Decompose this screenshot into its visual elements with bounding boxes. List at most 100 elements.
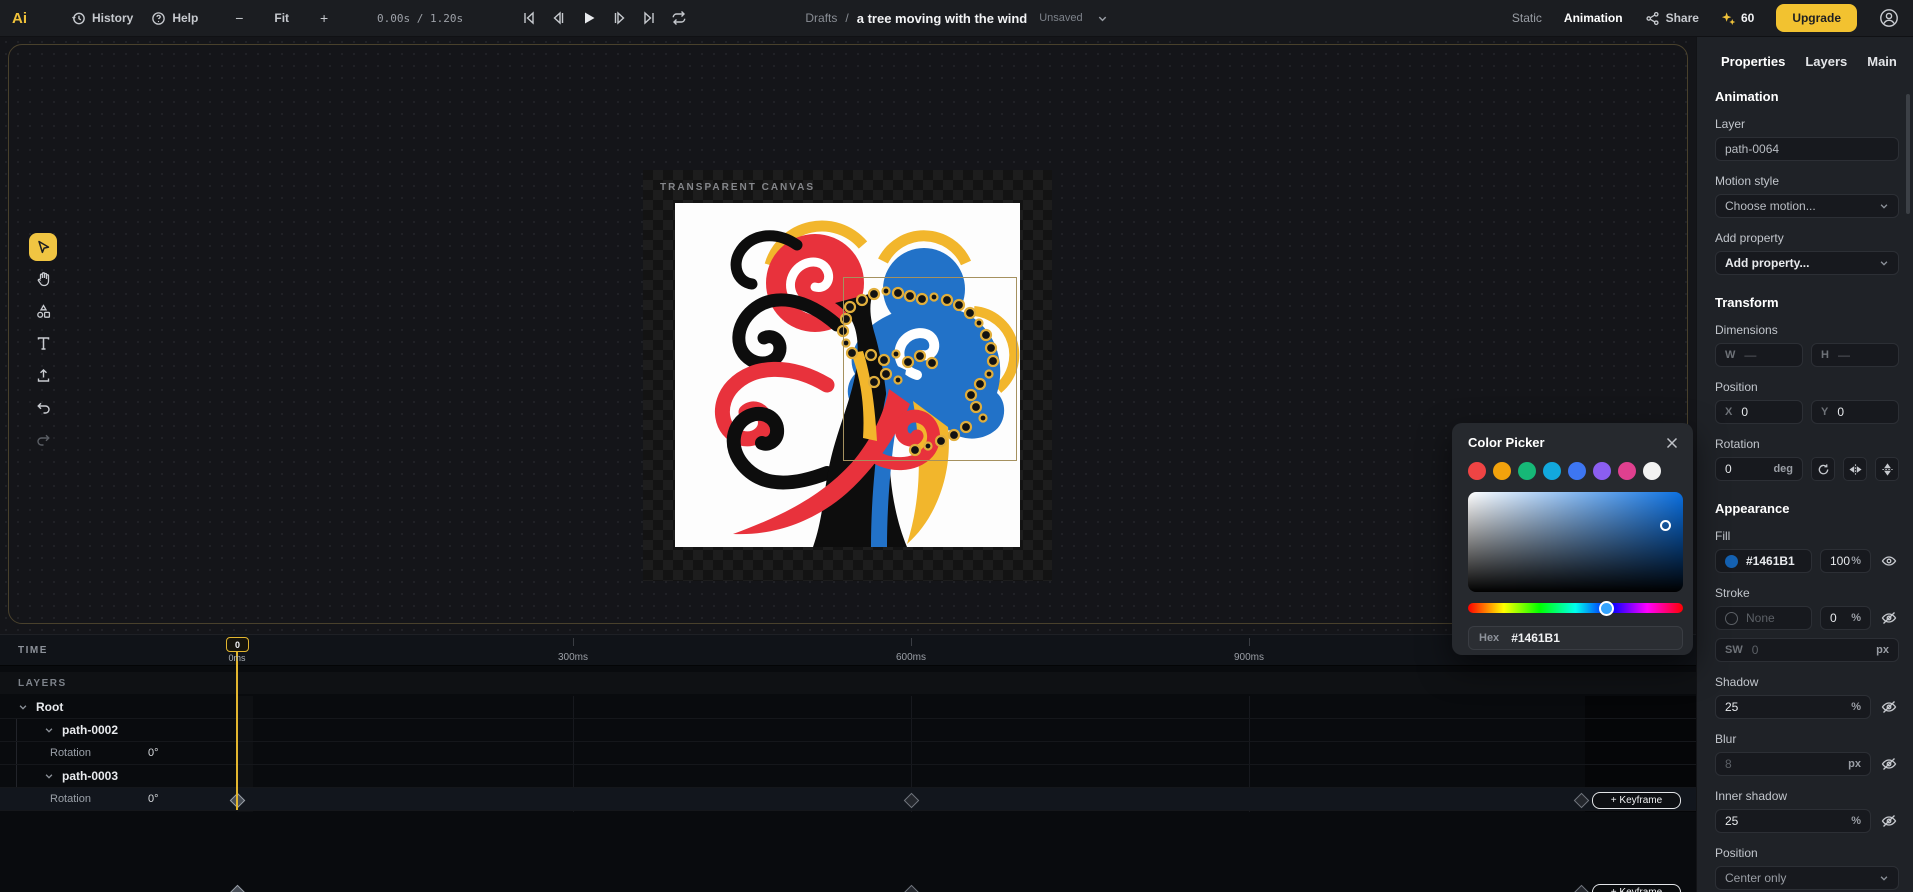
timeline-ruler[interactable]: TIME 300ms 600ms 900ms bbox=[0, 634, 1696, 666]
rotate-button[interactable] bbox=[1811, 457, 1835, 481]
hue-slider-handle[interactable] bbox=[1599, 600, 1614, 616]
step-forward-button[interactable] bbox=[611, 10, 627, 26]
project-title[interactable]: a tree moving with the wind bbox=[857, 11, 1027, 26]
playhead-badge[interactable]: 0 bbox=[226, 637, 249, 652]
share-button[interactable]: Share bbox=[1645, 11, 1699, 26]
title-chevron-down-icon[interactable] bbox=[1097, 13, 1108, 24]
layer-row-path-0003[interactable]: path-0003 bbox=[0, 765, 1696, 788]
avatar-icon[interactable] bbox=[1879, 8, 1899, 28]
stroke-visibility-toggle[interactable] bbox=[1879, 610, 1899, 626]
hand-tool-button[interactable] bbox=[29, 265, 57, 293]
blur-input[interactable]: 8 px bbox=[1715, 752, 1871, 776]
app-logo-icon[interactable]: Ai bbox=[12, 10, 27, 27]
shapes-tool-button[interactable] bbox=[29, 297, 57, 325]
chevron-down-icon[interactable] bbox=[44, 725, 54, 735]
zoom-in-button[interactable]: + bbox=[315, 10, 333, 26]
tab-properties[interactable]: Properties bbox=[1721, 54, 1785, 69]
credits-counter[interactable]: 60 bbox=[1721, 11, 1754, 26]
panel-scrollbar[interactable] bbox=[1906, 94, 1910, 214]
tab-layers[interactable]: Layers bbox=[1805, 54, 1847, 69]
dimensions-label: Dimensions bbox=[1715, 323, 1778, 337]
property-row-rotation-2[interactable]: Rotation 0° + Keyframe bbox=[0, 788, 1696, 892]
stroke-color-input[interactable]: None bbox=[1715, 606, 1812, 630]
help-button[interactable]: Help bbox=[151, 11, 198, 26]
height-input[interactable]: H — bbox=[1811, 343, 1899, 367]
step-back-button[interactable] bbox=[551, 10, 567, 26]
saturation-value-field[interactable] bbox=[1468, 492, 1683, 592]
add-keyframe-button[interactable]: + Keyframe bbox=[1592, 884, 1681, 892]
skip-start-button[interactable] bbox=[521, 10, 537, 26]
property-value[interactable]: 0° bbox=[148, 747, 159, 759]
color-swatch[interactable] bbox=[1593, 462, 1611, 480]
motion-style-select[interactable]: Choose motion... bbox=[1715, 194, 1899, 218]
x-position-input[interactable]: X0 bbox=[1715, 400, 1803, 424]
layer-name-input[interactable]: path-0064 bbox=[1715, 137, 1899, 161]
chevron-down-icon[interactable] bbox=[18, 702, 28, 712]
keyframe-diamond[interactable] bbox=[903, 884, 920, 892]
color-swatch[interactable] bbox=[1543, 462, 1561, 480]
shadow-position-select[interactable]: Center only bbox=[1715, 866, 1899, 890]
select-tool-button[interactable] bbox=[29, 233, 57, 261]
play-button[interactable] bbox=[581, 10, 597, 26]
blur-visibility-toggle[interactable] bbox=[1879, 756, 1899, 772]
fill-opacity-input[interactable]: 100% bbox=[1820, 549, 1871, 573]
layer-row-path-0002[interactable]: path-0002 bbox=[0, 719, 1696, 742]
color-swatch[interactable] bbox=[1568, 462, 1586, 480]
eye-off-icon bbox=[1881, 701, 1897, 713]
tab-main[interactable]: Main bbox=[1867, 54, 1897, 69]
mode-static-button[interactable]: Static bbox=[1512, 11, 1542, 25]
loop-button[interactable] bbox=[671, 10, 687, 26]
color-swatch[interactable] bbox=[1518, 462, 1536, 480]
playhead-line[interactable] bbox=[236, 650, 238, 810]
inner-shadow-input[interactable]: 25% bbox=[1715, 809, 1871, 833]
layer-name[interactable]: Root bbox=[36, 700, 63, 714]
stroke-opacity-input[interactable]: 0% bbox=[1820, 606, 1871, 630]
shadow-opacity-input[interactable]: 25% bbox=[1715, 695, 1871, 719]
layer-name[interactable]: path-0002 bbox=[62, 723, 118, 737]
color-swatch[interactable] bbox=[1643, 462, 1661, 480]
y-position-input[interactable]: Y0 bbox=[1811, 400, 1899, 424]
property-row-rotation-1[interactable]: Rotation 0° + Keyframe bbox=[0, 742, 1696, 809]
layer-row-root[interactable]: Root bbox=[0, 696, 1696, 719]
history-button[interactable]: History bbox=[71, 11, 133, 26]
hue-slider[interactable] bbox=[1468, 600, 1683, 616]
keyframe-diamond[interactable] bbox=[1573, 884, 1590, 892]
color-swatch[interactable] bbox=[1468, 462, 1486, 480]
chevron-down-icon[interactable] bbox=[44, 771, 54, 781]
color-selector-handle[interactable] bbox=[1660, 520, 1671, 531]
property-value[interactable]: 0° bbox=[148, 793, 159, 805]
eye-off-icon bbox=[1881, 612, 1897, 624]
upgrade-button[interactable]: Upgrade bbox=[1776, 4, 1857, 32]
fill-visibility-toggle[interactable] bbox=[1879, 553, 1899, 569]
fill-color-swatch[interactable] bbox=[1725, 554, 1738, 568]
zoom-out-button[interactable]: − bbox=[230, 10, 248, 26]
shadow-visibility-toggle[interactable] bbox=[1879, 699, 1899, 715]
inner-shadow-visibility-toggle[interactable] bbox=[1879, 813, 1899, 829]
breadcrumb-folder[interactable]: Drafts bbox=[805, 11, 837, 25]
flip-vertical-button[interactable] bbox=[1875, 457, 1899, 481]
undo-button[interactable] bbox=[29, 393, 57, 421]
add-keyframe-button[interactable]: + Keyframe bbox=[1592, 792, 1681, 809]
layer-name[interactable]: path-0003 bbox=[62, 769, 118, 783]
mode-animation-button[interactable]: Animation bbox=[1564, 11, 1623, 25]
text-tool-button[interactable] bbox=[29, 329, 57, 357]
zoom-fit-button[interactable]: Fit bbox=[274, 11, 289, 25]
keyframe-diamond[interactable] bbox=[229, 884, 246, 892]
color-swatch[interactable] bbox=[1493, 462, 1511, 480]
hex-value[interactable]: #1461B1 bbox=[1511, 631, 1560, 645]
fill-color-input[interactable]: #1461B1 bbox=[1715, 549, 1812, 573]
add-property-select[interactable]: Add property... bbox=[1715, 251, 1899, 275]
skip-end-button[interactable] bbox=[641, 10, 657, 26]
close-icon[interactable] bbox=[1665, 436, 1679, 450]
hex-input[interactable]: Hex #1461B1 bbox=[1468, 626, 1683, 650]
color-swatch[interactable] bbox=[1618, 462, 1636, 480]
stroke-color-swatch[interactable] bbox=[1725, 611, 1738, 625]
rotation-input[interactable]: 0 deg bbox=[1715, 457, 1803, 481]
flip-horizontal-button[interactable] bbox=[1843, 457, 1867, 481]
redo-button[interactable] bbox=[29, 425, 57, 453]
selection-bounding-box[interactable] bbox=[843, 277, 1017, 461]
width-input[interactable]: W — bbox=[1715, 343, 1803, 367]
stroke-width-input[interactable]: SW 0 px bbox=[1715, 638, 1899, 662]
export-tool-button[interactable] bbox=[29, 361, 57, 389]
canvas-workspace[interactable]: TRANSPARENT CANVAS bbox=[0, 36, 1696, 634]
